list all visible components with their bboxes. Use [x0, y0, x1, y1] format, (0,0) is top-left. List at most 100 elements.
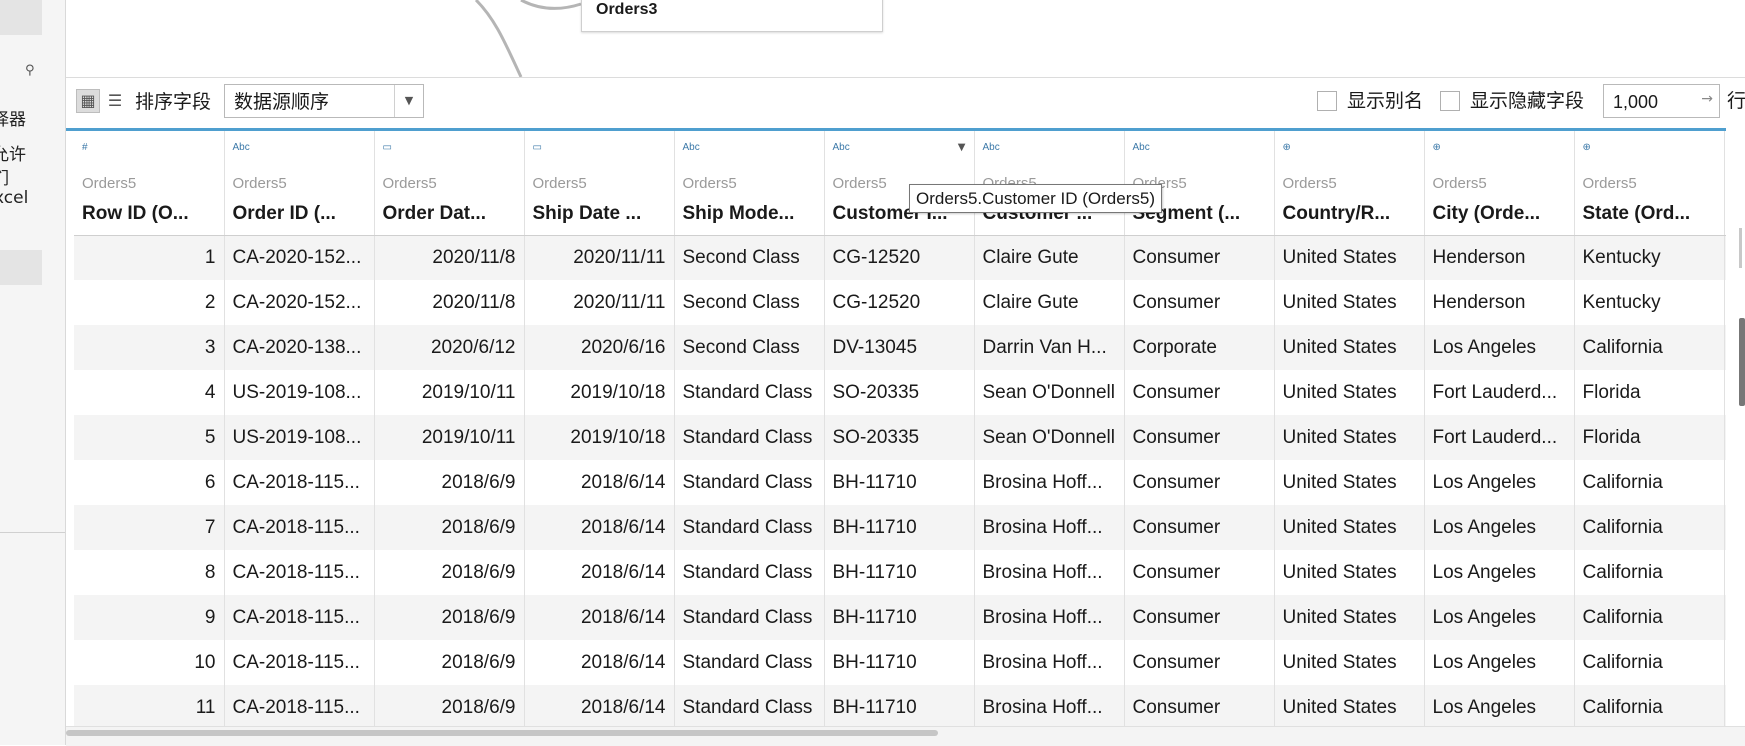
table-row[interactable]: 11 CA-2018-115... 2018/6/9 2018/6/14 Standar… — [74, 685, 1726, 729]
geo-type-icon[interactable]: ⊕ — [1583, 142, 1591, 153]
table-cell[interactable]: 2020/11/11 — [524, 235, 675, 280]
vertical-scroll-handle[interactable] — [1739, 318, 1745, 406]
vertical-scrollbar-thumb[interactable] — [1739, 228, 1742, 268]
table-cell[interactable]: Standard Class — [674, 685, 825, 729]
table-cell[interactable]: Sean O'Donnell — [974, 370, 1125, 415]
table-cell[interactable]: 9 — [74, 595, 225, 640]
column-name[interactable]: State (Ord... — [1583, 203, 1717, 225]
table-cell[interactable]: Consumer — [1124, 235, 1275, 280]
table-cell[interactable]: Standard Class — [674, 415, 825, 460]
table-cell[interactable]: Fort Lauderd... — [1424, 370, 1575, 415]
table-cell[interactable]: United States — [1274, 280, 1425, 325]
table-cell[interactable]: US-2019-108... — [224, 415, 375, 460]
table-cell[interactable]: Florida — [1574, 415, 1725, 460]
table-cell[interactable]: Los Angeles — [1424, 640, 1575, 685]
table-cell[interactable]: BH-11710 — [824, 595, 975, 640]
rows-input[interactable]: 1,000 → — [1603, 84, 1720, 118]
table-cell[interactable]: United States — [1274, 505, 1425, 550]
table-cell[interactable]: Henderson — [1424, 280, 1575, 325]
string-type-icon[interactable]: Abc — [833, 142, 850, 153]
table-cell[interactable]: Standard Class — [674, 640, 825, 685]
column-header[interactable]: ▭ Orders5 Order Dat... — [374, 131, 525, 236]
table-row[interactable]: 4 US-2019-108... 2019/10/11 2019/10/18 Stand… — [74, 370, 1726, 415]
table-cell[interactable]: Florida — [1574, 370, 1725, 415]
table-cell[interactable]: CG-12520 — [824, 235, 975, 280]
sort-select[interactable]: 数据源顺序 ▼ — [224, 84, 424, 118]
table-cell[interactable]: Brosina Hoff... — [974, 640, 1125, 685]
table-cell[interactable]: Second Class — [674, 280, 825, 325]
table-cell[interactable]: Brosina Hoff... — [974, 685, 1125, 729]
table-cell[interactable]: CA-2018-115... — [224, 460, 375, 505]
table-cell[interactable]: 1 — [74, 235, 225, 280]
table-cell[interactable]: Henderson — [1424, 235, 1575, 280]
column-header[interactable]: ⊕ Orders5 Country/R... — [1274, 131, 1425, 236]
date-type-icon[interactable]: ▭ — [533, 142, 542, 153]
table-cell[interactable]: 2018/6/9 — [374, 595, 525, 640]
table-cell[interactable]: 2020/6/16 — [524, 325, 675, 370]
column-header[interactable]: # Orders5 Row ID (O... — [74, 131, 225, 236]
table-cell[interactable]: Consumer — [1124, 370, 1275, 415]
table-cell[interactable]: Consumer — [1124, 505, 1275, 550]
table-cell[interactable]: CA-2020-152... — [224, 235, 375, 280]
table-row[interactable]: 10 CA-2018-115... 2018/6/9 2018/6/14 Standar… — [74, 640, 1726, 685]
column-header[interactable]: Abc Orders5 Ship Mode... — [674, 131, 825, 236]
table-cell[interactable]: Second Class — [674, 325, 825, 370]
left-panel-button[interactable] — [0, 0, 42, 35]
table-cell[interactable]: Consumer — [1124, 640, 1275, 685]
show-hidden-checkbox[interactable] — [1440, 91, 1460, 111]
table-cell[interactable]: 2019/10/11 — [374, 415, 525, 460]
table-cell[interactable]: 2018/6/14 — [524, 505, 675, 550]
table-cell[interactable]: 2019/10/11 — [374, 370, 525, 415]
table-cell[interactable]: CA-2018-115... — [224, 505, 375, 550]
string-type-icon[interactable]: Abc — [683, 142, 700, 153]
table-cell[interactable]: 2018/6/9 — [374, 505, 525, 550]
column-header[interactable]: AbcOrders5Customer ... — [974, 131, 1125, 236]
column-name[interactable]: Ship Date ... — [533, 203, 667, 225]
table-cell[interactable]: Standard Class — [674, 505, 825, 550]
table-cell[interactable]: 2018/6/9 — [374, 640, 525, 685]
string-type-icon[interactable]: Abc — [233, 142, 250, 153]
table-cell[interactable]: Los Angeles — [1424, 505, 1575, 550]
table-cell[interactable]: United States — [1274, 640, 1425, 685]
table-row[interactable]: 9 CA-2018-115... 2018/6/9 2018/6/14 Standard… — [74, 595, 1726, 640]
table-cell[interactable]: 5 — [74, 415, 225, 460]
table-cell[interactable]: 2018/6/9 — [374, 685, 525, 729]
table-cell[interactable]: Darrin Van H... — [974, 325, 1125, 370]
table-cell[interactable]: United States — [1274, 460, 1425, 505]
column-header[interactable]: ⊕ Orders5 City (Orde... — [1424, 131, 1575, 236]
table-cell[interactable]: 2020/11/8 — [374, 235, 525, 280]
table-cell[interactable]: SO-20335 — [824, 370, 975, 415]
table-cell[interactable]: BH-11710 — [824, 640, 975, 685]
table-cell[interactable]: Los Angeles — [1424, 460, 1575, 505]
column-name[interactable]: Row ID (O... — [82, 203, 216, 225]
table-cell[interactable]: California — [1574, 685, 1725, 729]
column-name[interactable]: City (Orde... — [1433, 203, 1567, 225]
table-cell[interactable]: Standard Class — [674, 460, 825, 505]
table-cell[interactable]: 8 — [74, 550, 225, 595]
search-icon[interactable]: ⚲ — [25, 63, 35, 78]
string-type-icon[interactable]: Abc — [1133, 142, 1150, 153]
horizontal-scrollbar-thumb[interactable] — [66, 730, 938, 736]
date-type-icon[interactable]: ▭ — [383, 142, 392, 153]
table-cell[interactable]: Claire Gute — [974, 235, 1125, 280]
table-cell[interactable]: United States — [1274, 595, 1425, 640]
table-cell[interactable]: 2018/6/9 — [374, 460, 525, 505]
table-cell[interactable]: California — [1574, 595, 1725, 640]
column-header[interactable]: ⊕ Orders5 State (Ord... — [1574, 131, 1725, 236]
horizontal-scrollbar[interactable] — [66, 726, 1745, 746]
table-cell[interactable]: United States — [1274, 685, 1425, 729]
table-cell[interactable]: California — [1574, 505, 1725, 550]
table-cell[interactable]: 2018/6/14 — [524, 550, 675, 595]
table-cell[interactable]: Claire Gute — [974, 280, 1125, 325]
table-cell[interactable]: DV-13045 — [824, 325, 975, 370]
chevron-down-icon[interactable]: ▼ — [958, 142, 966, 153]
table-cell[interactable]: United States — [1274, 550, 1425, 595]
table-cell[interactable]: 2018/6/9 — [374, 550, 525, 595]
table-cell[interactable]: 2018/6/14 — [524, 460, 675, 505]
table-cell[interactable]: Brosina Hoff... — [974, 460, 1125, 505]
table-cell[interactable]: Consumer — [1124, 415, 1275, 460]
table-cell[interactable]: 10 — [74, 640, 225, 685]
table-row[interactable]: 6 CA-2018-115... 2018/6/9 2018/6/14 Standard… — [74, 460, 1726, 505]
table-cell[interactable]: 2019/10/18 — [524, 370, 675, 415]
table-cell[interactable]: Fort Lauderd... — [1424, 415, 1575, 460]
